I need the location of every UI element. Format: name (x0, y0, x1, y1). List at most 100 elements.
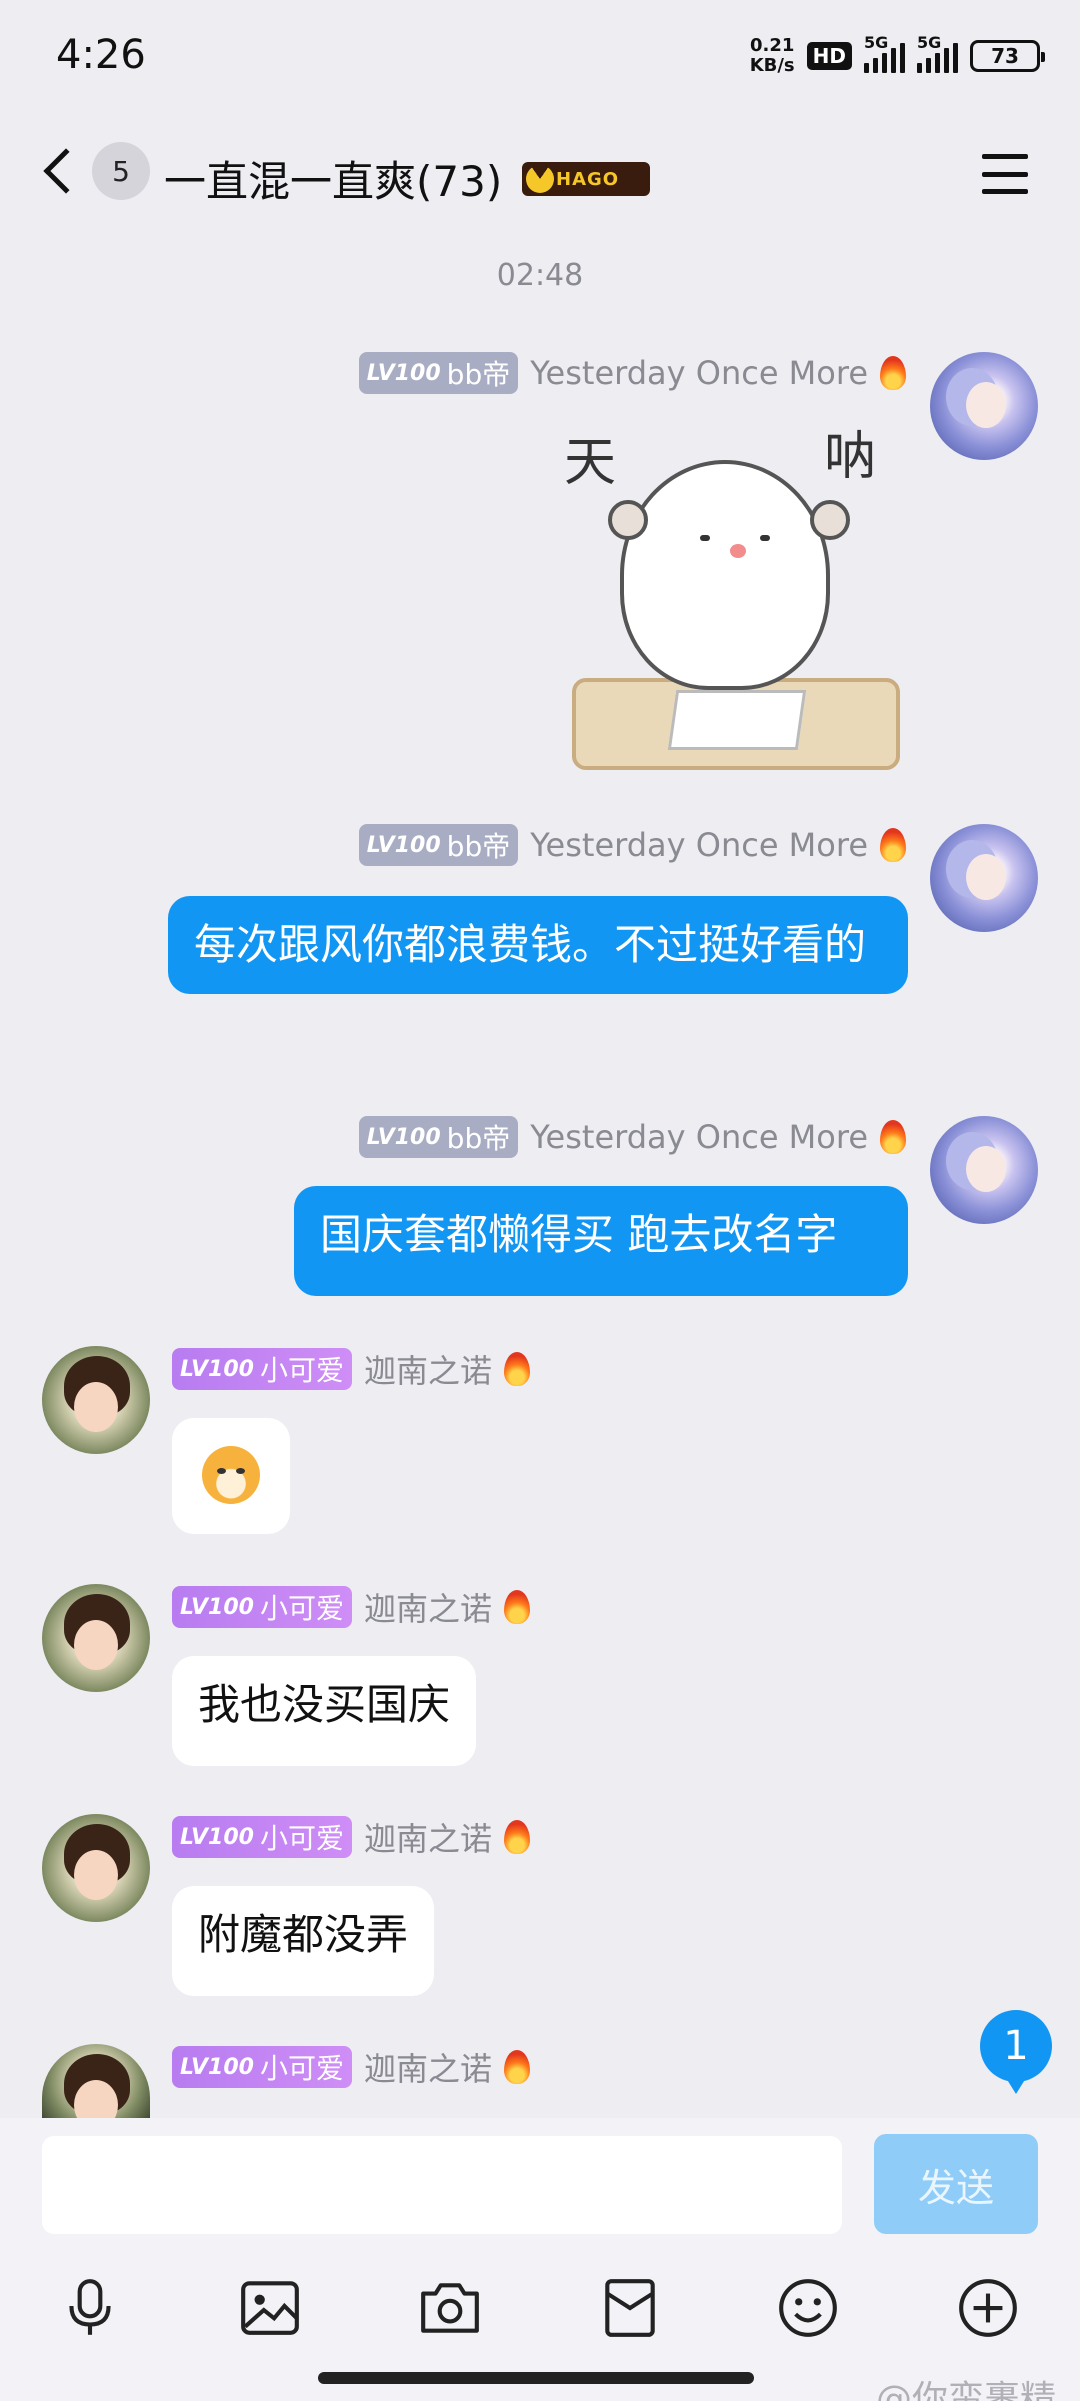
sticker-text: 天 (564, 433, 617, 493)
level-label: LV100 (366, 832, 441, 858)
hd-icon: HD (806, 42, 852, 70)
sticker-text: 呐 (824, 427, 877, 487)
sender-name: 迦南之诺 (363, 1590, 492, 1628)
level-label: LV100 (366, 360, 441, 386)
sticker-mouth (730, 544, 746, 558)
network-type-label-sim2: 5G (917, 33, 942, 52)
member-title: bb帝 (446, 830, 511, 863)
status-time: 4:26 (56, 32, 146, 78)
sticker-ear (810, 500, 850, 540)
home-indicator[interactable] (318, 2372, 754, 2384)
signal-icon: 5G (864, 33, 905, 73)
sticker-ear (608, 500, 648, 540)
level-badge: LV100 bb帝 (358, 352, 519, 394)
avatar[interactable] (930, 352, 1038, 460)
sender-name: Yesterday Once More (530, 1118, 868, 1156)
avatar[interactable] (42, 2044, 150, 2118)
level-label: LV100 (180, 2054, 254, 2080)
message-bubble[interactable]: 每次跟风你都浪费钱。不过挺好看的 (168, 896, 908, 994)
watermark: @你蛮裹精 (875, 2379, 1056, 2401)
sender-name: Yesterday Once More (530, 826, 868, 864)
red-packet-icon[interactable] (590, 2268, 670, 2348)
pacman-icon (526, 165, 554, 193)
sender-name: 迦南之诺 (363, 1352, 492, 1390)
level-badge: LV100 bb帝 (358, 824, 519, 866)
battery-icon: 73 (970, 40, 1045, 72)
chat-title: 一直混一直爽(73) (164, 157, 503, 206)
avatar[interactable] (42, 1346, 150, 1454)
group-badge-label: HAGO (556, 168, 620, 190)
input-bar: 发送 (0, 2118, 1080, 2401)
status-icons: 0.21 KB/s HD 5G 5G 73 (750, 33, 1045, 76)
message-bubble[interactable]: 我也没买国庆 (172, 1656, 477, 1766)
sticker-body (620, 460, 830, 690)
sender-name: 迦南之诺 (363, 1820, 492, 1858)
member-title: 小可爱 (259, 2052, 344, 2085)
message-meta: LV100 小可爱 迦南之诺 (172, 1584, 530, 1630)
camera-icon[interactable] (410, 2268, 490, 2348)
plus-icon[interactable] (948, 2268, 1028, 2348)
message-meta: LV100 小可爱 迦南之诺 (172, 2044, 530, 2090)
network-speed-unit: KB/s (749, 55, 795, 76)
chevron-left-icon (43, 148, 89, 194)
emoji-message-bubble[interactable] (172, 1418, 290, 1534)
network-speed: 0.21 KB/s (750, 36, 795, 76)
network-type-label: 5G (864, 33, 889, 52)
sticker-paper (667, 690, 807, 750)
fire-icon (503, 2050, 530, 2084)
fire-icon (503, 1352, 530, 1386)
image-icon[interactable] (230, 2268, 310, 2348)
level-badge: LV100 小可爱 (172, 1586, 352, 1628)
network-speed-value: 0.21 (749, 35, 795, 56)
level-label: LV100 (180, 1824, 254, 1850)
level-badge: LV100 小可爱 (172, 1816, 352, 1858)
fire-icon (503, 1590, 530, 1624)
sender-name: Yesterday Once More (530, 354, 868, 392)
status-bar: 4:26 0.21 KB/s HD 5G 5G 73 (0, 0, 1080, 120)
message-bubble[interactable]: 国庆套都懒得买 跑去改名字 (294, 1186, 908, 1296)
sticker-eye (760, 535, 770, 541)
input-toolbar (0, 2268, 1080, 2368)
fire-icon (880, 356, 906, 390)
fire-icon (503, 1820, 530, 1854)
fire-icon (880, 828, 906, 862)
new-message-indicator[interactable]: 1 (980, 2010, 1052, 2094)
avatar[interactable] (42, 1814, 150, 1922)
send-button[interactable]: 发送 (874, 2134, 1038, 2234)
avatar[interactable] (930, 824, 1038, 932)
level-label: LV100 (180, 1356, 254, 1382)
group-badge: HAGO (522, 162, 650, 196)
message-meta: LV100 bb帝 Yesterday Once More (358, 824, 906, 866)
microphone-icon[interactable] (50, 2268, 130, 2348)
signal-icon-sim2: 5G (917, 33, 958, 73)
message-meta: LV100 bb帝 Yesterday Once More (358, 352, 906, 394)
emoji-icon[interactable] (768, 2268, 848, 2348)
menu-button[interactable] (982, 154, 1028, 194)
message-input[interactable] (42, 2136, 842, 2234)
sticker-image[interactable]: 天 呐 (560, 420, 910, 780)
chat-header: 5 一直混一直爽(73) HAGO (0, 120, 1080, 240)
message-meta: LV100 bb帝 Yesterday Once More (358, 1116, 906, 1158)
message-meta: LV100 小可爱 迦南之诺 (172, 1814, 530, 1860)
member-title: 小可爱 (259, 1592, 344, 1625)
unread-count-badge: 5 (92, 142, 150, 200)
shiba-dog-emoji-icon (202, 1446, 260, 1504)
avatar[interactable] (42, 1584, 150, 1692)
level-label: LV100 (366, 1124, 441, 1150)
fire-icon (880, 1120, 906, 1154)
message-timestamp: 02:48 (496, 258, 584, 293)
member-title: bb帝 (446, 358, 511, 391)
sticker-eye (700, 535, 710, 541)
chat-screen: 4:26 0.21 KB/s HD 5G 5G 73 5 一直混一直爽(73) (0, 0, 1080, 2401)
sender-name: 迦南之诺 (363, 2050, 492, 2088)
level-badge: LV100 小可爱 (172, 1348, 352, 1390)
level-label: LV100 (180, 1594, 254, 1620)
message-bubble[interactable]: 附魔都没弄 (172, 1886, 435, 1996)
member-title: 小可爱 (259, 1822, 344, 1855)
member-title: bb帝 (446, 1122, 511, 1155)
level-badge: LV100 bb帝 (358, 1116, 519, 1158)
level-badge: LV100 小可爱 (172, 2046, 352, 2088)
back-button[interactable]: 5 (38, 142, 150, 200)
member-title: 小可爱 (259, 1354, 344, 1387)
avatar[interactable] (930, 1116, 1038, 1224)
